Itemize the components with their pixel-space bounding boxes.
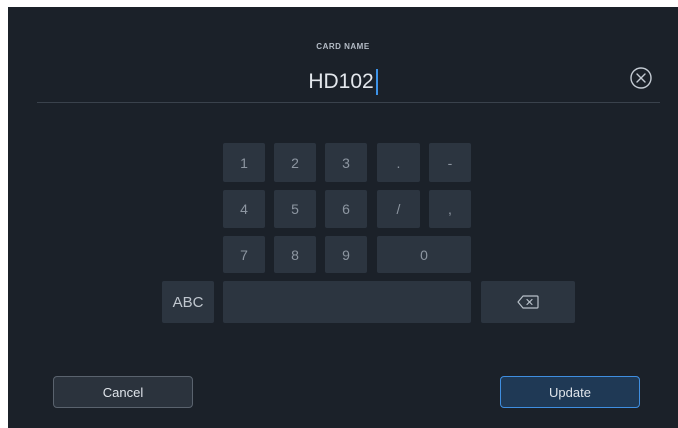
key-5[interactable]: 5: [274, 190, 316, 228]
key-2[interactable]: 2: [274, 143, 316, 182]
card-name-value[interactable]: HD102: [308, 67, 373, 97]
card-name-field[interactable]: HD102: [8, 67, 678, 97]
field-divider: [37, 102, 660, 103]
key-6[interactable]: 6: [325, 190, 367, 228]
space-key[interactable]: [223, 281, 471, 323]
clear-button[interactable]: [629, 66, 653, 90]
circle-x-icon: [630, 67, 652, 89]
backspace-key[interactable]: [481, 281, 575, 323]
key-period[interactable]: .: [377, 143, 420, 182]
text-caret: [375, 69, 378, 95]
key-3[interactable]: 3: [325, 143, 367, 182]
key-8[interactable]: 8: [274, 236, 316, 273]
key-slash[interactable]: /: [377, 190, 420, 228]
key-0[interactable]: 0: [377, 236, 471, 273]
key-7[interactable]: 7: [223, 236, 265, 273]
key-hyphen[interactable]: -: [429, 143, 471, 182]
key-4[interactable]: 4: [223, 190, 265, 228]
key-1[interactable]: 1: [223, 143, 265, 182]
field-label: CARD NAME: [316, 42, 370, 51]
cancel-button[interactable]: Cancel: [53, 376, 193, 408]
update-button[interactable]: Update: [500, 376, 640, 408]
key-9[interactable]: 9: [325, 236, 367, 273]
key-comma[interactable]: ,: [429, 190, 471, 228]
abc-key[interactable]: ABC: [162, 281, 214, 323]
backspace-icon: [517, 295, 539, 309]
card-name-screen: CARD NAME HD102 1 2 3 . - 4 5 6 / , 7 8 …: [8, 7, 678, 428]
